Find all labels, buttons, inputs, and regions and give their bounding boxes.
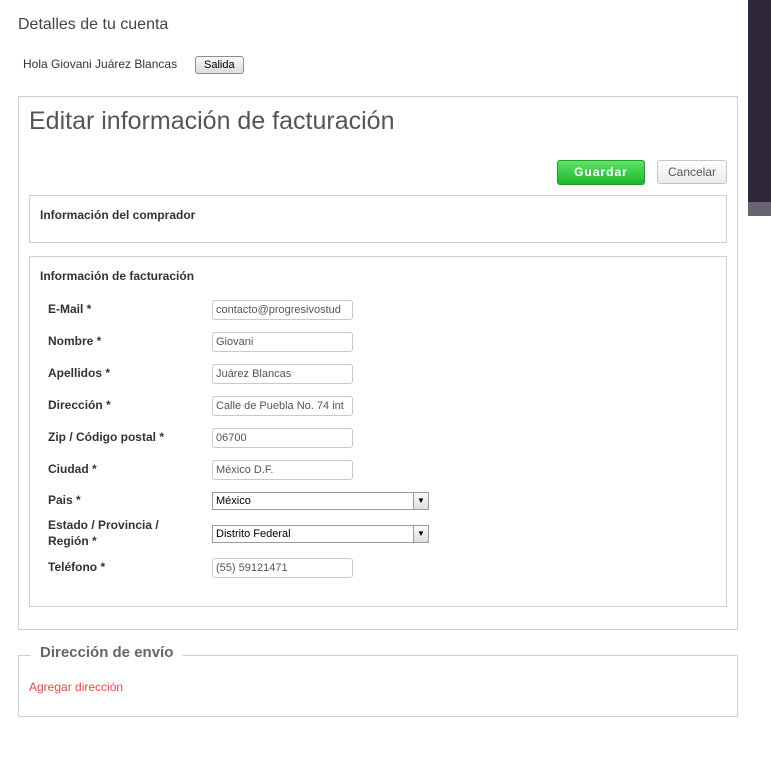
shipping-title: Dirección de envío	[31, 644, 183, 661]
logout-button[interactable]: Salida	[195, 56, 244, 74]
side-strip	[748, 0, 771, 202]
address-field[interactable]	[212, 396, 353, 416]
last-name-label: Apellidos *	[48, 366, 111, 380]
email-label: E-Mail *	[48, 302, 92, 316]
billing-edit-panel: Editar información de facturación Guarda…	[18, 96, 738, 630]
side-strip-bottom	[748, 202, 771, 216]
save-button[interactable]: Guardar	[557, 160, 645, 185]
first-name-field[interactable]	[212, 332, 353, 352]
chevron-down-icon: ▼	[413, 493, 428, 509]
state-select[interactable]: Distrito Federal ▼	[212, 525, 429, 543]
first-name-label: Nombre *	[48, 334, 102, 348]
page-title: Detalles de tu cuenta	[18, 16, 169, 33]
state-label-line2: Región *	[48, 534, 97, 548]
last-name-field[interactable]	[212, 364, 353, 384]
buyer-info-section: Información del comprador	[29, 195, 727, 243]
phone-label: Teléfono *	[48, 560, 106, 574]
phone-field[interactable]	[212, 558, 353, 578]
shipping-section: Dirección de envío Agregar dirección	[18, 644, 738, 717]
chevron-down-icon: ▼	[413, 526, 428, 542]
city-label: Ciudad *	[48, 462, 97, 476]
greeting-text: Hola Giovani Juárez Blancas	[23, 57, 178, 71]
add-address-link[interactable]: Agregar dirección	[29, 680, 123, 694]
billing-info-section: Información de facturación E-Mail * Nomb…	[29, 256, 727, 607]
buyer-info-title: Información del comprador	[40, 208, 196, 222]
zip-field[interactable]	[212, 428, 353, 448]
state-select-value: Distrito Federal	[216, 528, 291, 540]
country-label: Pais *	[48, 493, 81, 507]
zip-label: Zip / Código postal *	[48, 430, 164, 444]
country-select[interactable]: México ▼	[212, 492, 429, 510]
city-field[interactable]	[212, 460, 353, 480]
panel-title: Editar información de facturación	[29, 107, 395, 135]
address-label: Dirección *	[48, 398, 111, 412]
state-label-line1: Estado / Provincia /	[48, 518, 159, 532]
email-field[interactable]	[212, 300, 353, 320]
billing-info-title: Información de facturación	[40, 269, 195, 283]
country-select-value: México	[216, 495, 251, 507]
cancel-button[interactable]: Cancelar	[657, 160, 727, 184]
